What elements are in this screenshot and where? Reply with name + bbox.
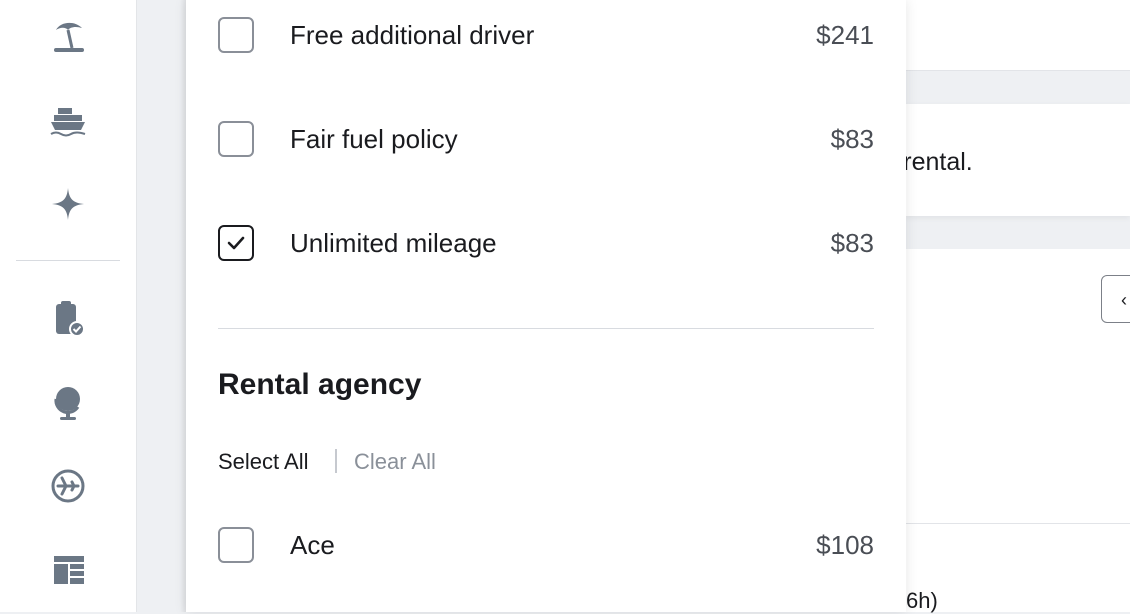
duration-text: 6h) [906, 588, 938, 613]
filter-dropdown-panel: Free additional driver $241 Fair fuel po… [186, 0, 906, 612]
chevron-left-icon: ‹ [1121, 290, 1127, 310]
option-price: $83 [830, 124, 874, 154]
option-label: Unlimited mileage [290, 228, 497, 258]
rail-divider [16, 260, 120, 261]
layout-icon[interactable] [44, 546, 92, 594]
globe-icon[interactable] [44, 378, 92, 426]
option-price: $241 [816, 20, 874, 50]
checkbox[interactable] [218, 121, 254, 157]
checkbox-checked[interactable] [218, 225, 254, 261]
filter-option-fair-fuel-policy[interactable]: Fair fuel policy $83 [218, 121, 874, 169]
left-nav-rail [0, 0, 137, 612]
flight-status-icon[interactable] [44, 462, 92, 510]
sparkle-icon[interactable] [44, 180, 92, 228]
background-card-top [906, 0, 1130, 71]
checkbox[interactable] [218, 17, 254, 53]
option-label: Fair fuel policy [290, 124, 458, 154]
option-price: $108 [816, 530, 874, 560]
link-separator [335, 449, 337, 473]
beach-umbrella-icon[interactable] [44, 12, 92, 60]
cruise-ship-icon[interactable] [44, 96, 92, 144]
clear-all-link[interactable]: Clear All [354, 449, 436, 475]
background-card-main [906, 249, 1130, 612]
card-divider [906, 523, 1130, 524]
option-label: Free additional driver [290, 20, 535, 50]
info-banner: r rental. [888, 104, 1130, 281]
filter-option-free-additional-driver[interactable]: Free additional driver $241 [218, 17, 874, 65]
clipboard-check-icon[interactable] [44, 294, 92, 342]
checkbox[interactable] [218, 527, 254, 563]
select-all-link[interactable]: Select All [218, 449, 309, 475]
option-label: Ace [290, 530, 335, 560]
section-title-rental-agency: Rental agency [218, 368, 422, 401]
filter-option-unlimited-mileage[interactable]: Unlimited mileage $83 [218, 225, 874, 273]
check-icon [227, 236, 245, 250]
option-price: $83 [830, 228, 874, 258]
section-divider [218, 328, 874, 329]
agency-option-ace[interactable]: Ace $108 [218, 527, 874, 575]
